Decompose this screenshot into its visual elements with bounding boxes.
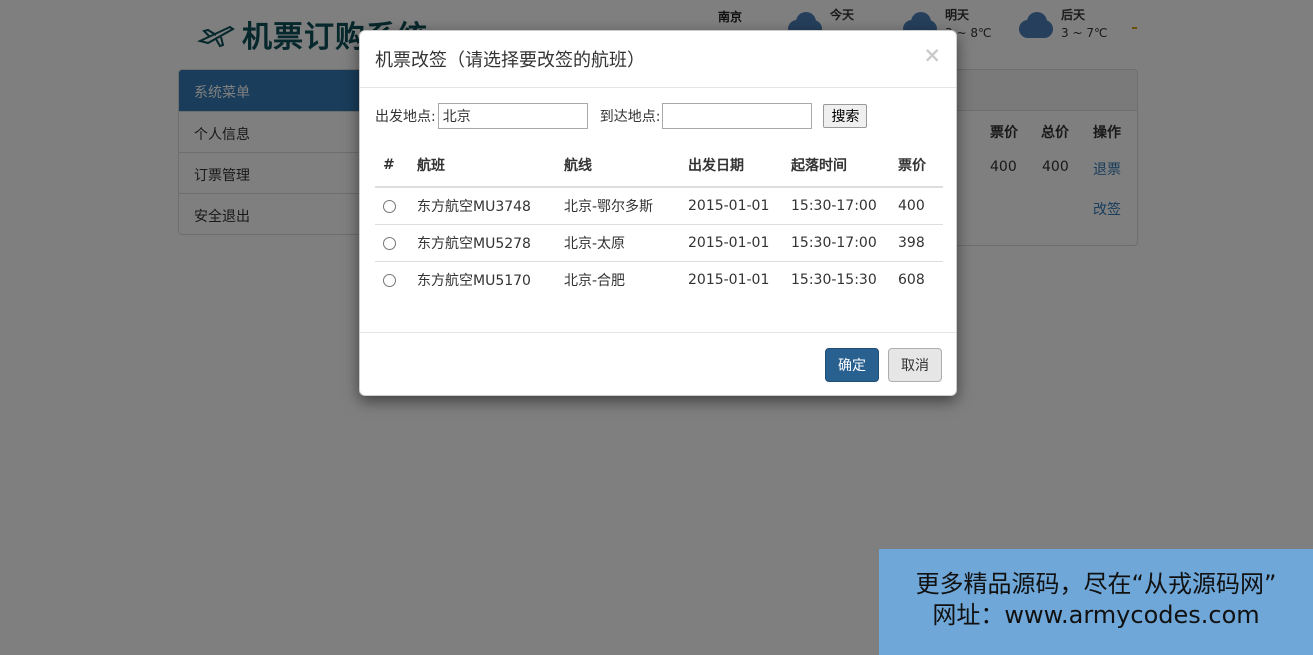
confirm-button[interactable]: 确定 — [825, 348, 879, 382]
flight-date: 2015-01-01 — [680, 261, 783, 299]
cancel-button[interactable]: 取消 — [888, 348, 942, 382]
flight-radio[interactable] — [383, 236, 396, 250]
close-icon[interactable]: × — [923, 43, 941, 67]
modal-title: 机票改签（请选择要改签的航班） — [375, 50, 645, 71]
flight-price: 608 — [890, 261, 943, 299]
flight-price: 398 — [890, 224, 943, 262]
flight-number: 东方航空MU5278 — [409, 224, 556, 262]
col-header-select: # — [375, 143, 409, 188]
flights-table: # 航班 航线 出发日期 起落时间 票价 东方航空MU3748 北京-鄂尔多斯 … — [375, 143, 943, 299]
flight-date: 2015-01-01 — [680, 186, 783, 225]
flight-date: 2015-01-01 — [680, 224, 783, 262]
flight-time: 15:30-15:30 — [783, 261, 890, 299]
flight-time: 15:30-17:00 — [783, 224, 890, 262]
ad-line-2: 网址：www.armycodes.com — [932, 601, 1260, 629]
ad-banner: 更多精品源码，尽在“从戎源码网” 网址：www.armycodes.com — [879, 549, 1313, 655]
search-button[interactable]: 搜索 — [823, 104, 868, 128]
col-header-flight: 航班 — [409, 143, 556, 188]
ad-line-1: 更多精品源码，尽在“从戎源码网” — [915, 570, 1277, 598]
modal-footer: 确定 取消 — [360, 332, 956, 396]
to-label: 到达地点: — [599, 109, 661, 125]
from-input[interactable] — [437, 103, 588, 129]
flight-number: 东方航空MU5170 — [409, 261, 556, 299]
modal-body: 出发地点: 到达地点: 搜索 # 航班 航线 出发日期 起落时间 票价 — [375, 103, 943, 299]
flight-radio[interactable] — [383, 199, 396, 213]
col-header-time: 起落时间 — [783, 143, 890, 188]
col-header-route: 航线 — [556, 143, 680, 188]
table-row[interactable]: 东方航空MU5278 北京-太原 2015-01-01 15:30-17:00 … — [375, 224, 943, 262]
change-flight-modal: 机票改签（请选择要改签的航班） × 出发地点: 到达地点: 搜索 # 航班 航线… — [359, 30, 957, 396]
flight-radio[interactable] — [383, 273, 396, 287]
flight-route: 北京-鄂尔多斯 — [556, 186, 680, 225]
col-header-date: 出发日期 — [680, 143, 783, 188]
col-header-price: 票价 — [890, 143, 943, 188]
table-row[interactable]: 东方航空MU5170 北京-合肥 2015-01-01 15:30-15:30 … — [375, 261, 943, 299]
flight-price: 400 — [890, 186, 943, 225]
flight-route: 北京-太原 — [556, 224, 680, 262]
table-row[interactable]: 东方航空MU3748 北京-鄂尔多斯 2015-01-01 15:30-17:0… — [375, 186, 943, 225]
search-row: 出发地点: 到达地点: 搜索 — [375, 103, 943, 129]
to-input[interactable] — [662, 103, 813, 129]
flight-time: 15:30-17:00 — [783, 186, 890, 225]
from-label: 出发地点: — [375, 109, 436, 125]
flight-number: 东方航空MU3748 — [409, 186, 556, 225]
table-header-row: # 航班 航线 出发日期 起落时间 票价 — [375, 143, 943, 188]
flight-route: 北京-合肥 — [556, 261, 680, 299]
modal-header: 机票改签（请选择要改签的航班） × — [360, 31, 956, 88]
